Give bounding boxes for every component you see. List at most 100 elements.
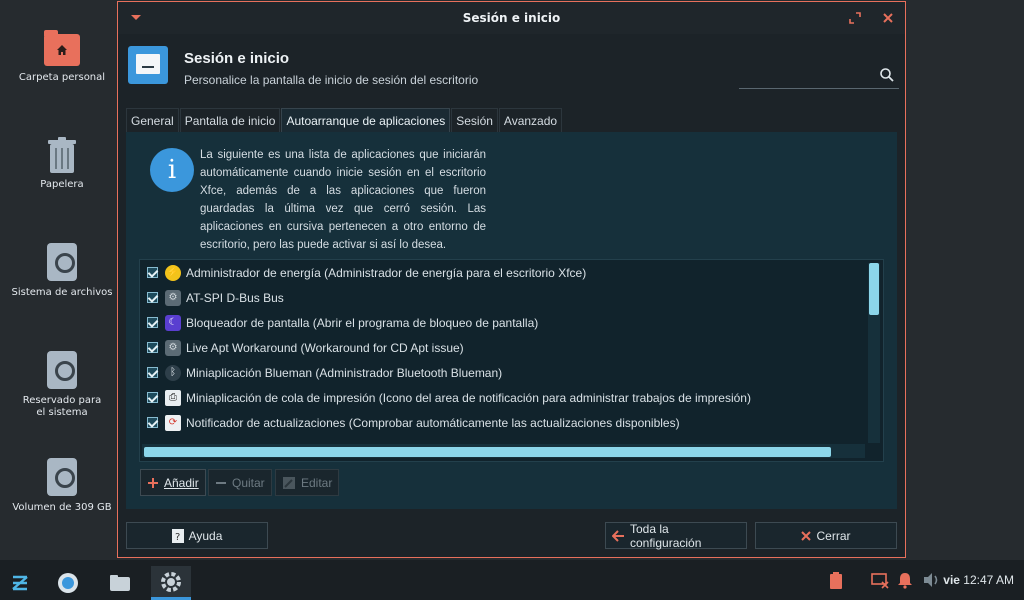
title-bar[interactable]: Sesión e inicio — [118, 2, 905, 34]
info-icon: i — [150, 148, 194, 192]
info-text: La siguiente es una lista de aplicacione… — [200, 149, 486, 251]
close-icon[interactable] — [881, 11, 895, 25]
svg-text:?: ? — [175, 532, 180, 543]
arrow-left-icon — [612, 529, 625, 542]
autostart-checkbox[interactable] — [147, 342, 158, 353]
tab-advanced[interactable]: Avanzado — [498, 108, 563, 132]
help-button[interactable]: ? Ayuda — [126, 522, 268, 549]
display-icon[interactable] — [871, 571, 889, 589]
autostart-checkbox[interactable] — [147, 417, 158, 428]
horizontal-scrollbar[interactable] — [142, 444, 865, 458]
desktop-icon-label: Carpeta personal — [18, 72, 106, 83]
files-icon — [110, 575, 130, 591]
autostart-checkbox[interactable] — [147, 392, 158, 403]
tab-autostart[interactable]: Autoarranque de aplicaciones — [281, 108, 451, 132]
help-icon: ? — [171, 528, 184, 543]
list-item-label: Miniaplicación Blueman (Administrador Bl… — [186, 365, 503, 380]
list-item-label: Bloqueador de pantalla (Abrir el program… — [186, 315, 539, 330]
desktop-icon-label: Sistema de archivos — [11, 287, 113, 298]
scrollbar-thumb[interactable] — [869, 263, 879, 315]
browser-launcher[interactable] — [48, 566, 88, 600]
plus-icon — [147, 477, 159, 489]
list-item-label: Miniaplicación de cola de impresión (Ico… — [186, 390, 751, 405]
moon-icon: ☾ — [165, 314, 181, 331]
trash-icon — [48, 137, 76, 173]
list-item[interactable]: ⚙ AT-SPI D-Bus Bus — [140, 285, 865, 310]
autostart-checkbox[interactable] — [147, 267, 158, 278]
volume-icon[interactable] — [922, 571, 940, 589]
add-button[interactable]: Añadir — [140, 469, 206, 496]
list-item[interactable]: ᛒ Miniaplicación Blueman (Administrador … — [140, 360, 865, 385]
list-item[interactable]: ⚙ Live Apt Workaround (Workaround for CD… — [140, 335, 865, 360]
window-menu-icon[interactable] — [130, 12, 142, 24]
desktop-icon-reserved[interactable]: Reservado para el sistema — [10, 345, 114, 419]
minus-icon — [215, 477, 227, 489]
gear-icon: ⚙ — [165, 339, 181, 356]
window-title: Sesión e inicio — [462, 11, 561, 25]
desktop-icon-label: Reservado para el sistema — [22, 395, 102, 418]
desktop-icon-trash[interactable]: Papelera — [10, 129, 114, 191]
gear-icon — [161, 571, 181, 592]
tab-session[interactable]: Sesión — [451, 108, 498, 132]
drive-icon — [47, 351, 77, 389]
list-item[interactable]: ⎙ Miniaplicación de cola de impresión (I… — [140, 385, 865, 410]
remove-button[interactable]: Quitar — [208, 469, 272, 496]
list-item-label: Live Apt Workaround (Workaround for CD A… — [186, 340, 464, 355]
autostart-list: ⚡ Administrador de energía (Administrado… — [139, 259, 884, 462]
drive-icon — [47, 243, 77, 281]
list-item[interactable]: ⚡ Administrador de energía (Administrado… — [140, 260, 865, 285]
list-item-label: AT-SPI D-Bus Bus — [186, 290, 284, 305]
app-menu-button[interactable] — [0, 566, 40, 600]
list-item[interactable]: ⟳ Notificador de actualizaciones (Compro… — [140, 410, 865, 435]
close-button-label: Cerrar — [816, 528, 851, 543]
gear-icon: ⚙ — [165, 289, 181, 306]
autostart-panel: i La siguiente es una lista de aplicacio… — [126, 132, 897, 509]
close-button[interactable]: Cerrar — [755, 522, 897, 549]
search-icon[interactable] — [879, 67, 895, 83]
bluetooth-icon: ᛒ — [165, 364, 181, 381]
all-settings-button-label: Toda la configuración — [630, 521, 702, 550]
maximize-icon[interactable] — [848, 11, 862, 25]
tab-general[interactable]: General — [126, 108, 179, 132]
files-launcher[interactable] — [100, 566, 140, 600]
close-x-icon — [801, 530, 812, 541]
desktop-icon-home[interactable]: Carpeta personal — [10, 22, 114, 84]
settings-window: Sesión e inicio Sesión e inicio Personal… — [117, 1, 906, 558]
session-settings-icon — [128, 46, 168, 84]
zorin-logo-icon — [12, 575, 28, 591]
autostart-checkbox[interactable] — [147, 367, 158, 378]
add-button-label: Añadir — [164, 475, 199, 490]
autostart-checkbox[interactable] — [147, 292, 158, 303]
tab-bar: General Pantalla de inicio Autoarranque … — [126, 108, 563, 132]
clock[interactable]: vie 12:47 AM — [943, 573, 1014, 587]
search-input[interactable] — [739, 62, 899, 89]
list-item-label: Notificador de actualizaciones (Comproba… — [186, 415, 680, 430]
clock-day: vie — [943, 573, 960, 587]
clipboard-icon[interactable] — [827, 571, 845, 589]
power-icon: ⚡ — [165, 264, 181, 281]
browser-icon — [58, 573, 78, 593]
edit-button-label: Editar — [301, 475, 333, 490]
help-button-label: Ayuda — [188, 528, 223, 543]
drive-icon — [47, 458, 77, 496]
list-item[interactable]: ☾ Bloqueador de pantalla (Abrir el progr… — [140, 310, 865, 335]
desktop-icon-filesystem[interactable]: Sistema de archivos — [10, 237, 114, 299]
taskbar: vie 12:47 AM — [0, 560, 1024, 600]
edit-icon — [282, 476, 296, 490]
desktop-icon-volume[interactable]: Volumen de 309 GB — [10, 452, 114, 514]
all-settings-button[interactable]: Toda la configuración — [605, 521, 747, 550]
scrollbar-thumb[interactable] — [144, 447, 831, 457]
autostart-checkbox[interactable] — [147, 317, 158, 328]
clock-time: 12:47 AM — [963, 573, 1014, 587]
edit-button[interactable]: Editar — [275, 469, 340, 496]
settings-task[interactable] — [151, 566, 191, 600]
folder-icon — [44, 30, 80, 66]
update-icon: ⟳ — [165, 414, 181, 431]
tab-splash[interactable]: Pantalla de inicio — [179, 108, 281, 132]
desktop-icon-label: Volumen de 309 GB — [12, 502, 112, 513]
desktop-icon-label: Papelera — [40, 179, 84, 190]
header-subtitle: Personalice la pantalla de inicio de ses… — [184, 73, 479, 87]
vertical-scrollbar[interactable] — [868, 263, 880, 443]
notification-bell-icon[interactable] — [896, 571, 914, 589]
list-item-label: Administrador de energía (Administrador … — [186, 265, 587, 280]
